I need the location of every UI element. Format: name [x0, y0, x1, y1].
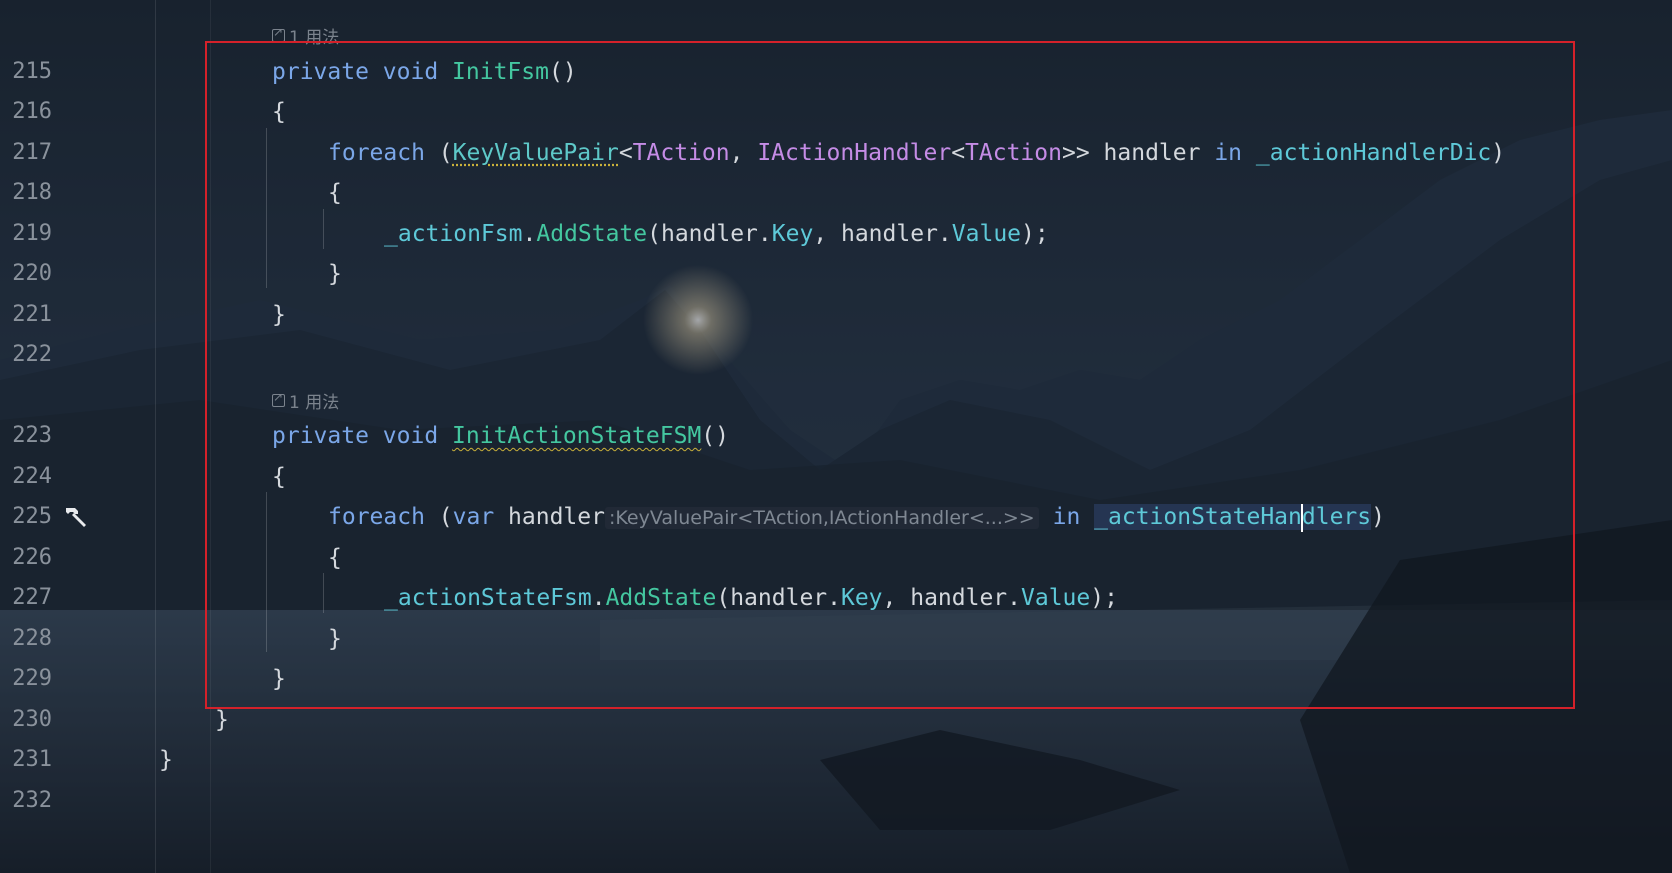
- line-number: 229: [12, 666, 52, 691]
- line-number: 230: [12, 707, 52, 732]
- keyword: foreach: [328, 140, 425, 166]
- keyword: var: [452, 504, 495, 530]
- field-name[interactable]: dlers: [1302, 504, 1371, 530]
- line-number: 225: [12, 504, 52, 529]
- hammer-icon[interactable]: [62, 503, 90, 531]
- code-line-219[interactable]: _actionFsm.AddState(handler.Key, handler…: [384, 219, 1049, 249]
- indent-guide: [323, 573, 324, 613]
- code-line-228[interactable]: }: [328, 624, 342, 654]
- keyword: private: [272, 423, 369, 449]
- field-name[interactable]: _actionHandlerDic: [1256, 140, 1491, 166]
- type-name[interactable]: TAction: [633, 140, 730, 166]
- code-line-221[interactable]: }: [272, 300, 286, 330]
- usage-hint-label: 1 用法: [289, 28, 340, 48]
- line-number: 228: [12, 626, 52, 651]
- code-line-217[interactable]: foreach (KeyValuePair<TAction, IActionHa…: [328, 138, 1505, 168]
- line-number: 219: [12, 221, 52, 246]
- usage-hint[interactable]: 1 用法: [272, 388, 339, 413]
- punct: );: [1090, 585, 1118, 611]
- line-number: 224: [12, 464, 52, 489]
- code-line-224[interactable]: {: [272, 462, 286, 492]
- variable: handler: [494, 504, 605, 530]
- keyword: void: [382, 59, 439, 85]
- punct: <: [951, 140, 966, 166]
- line-number: 223: [12, 423, 52, 448]
- type-name[interactable]: TAction: [965, 140, 1062, 166]
- type-inlay-hint[interactable]: :KeyValuePair<TAction,IActionHandler<...…: [604, 507, 1039, 529]
- line-number: 220: [12, 261, 52, 286]
- line-number: 221: [12, 302, 52, 327]
- code-line-216[interactable]: {: [272, 97, 286, 127]
- fold-separator: [210, 0, 211, 873]
- method-name[interactable]: AddState: [536, 221, 647, 247]
- property-name[interactable]: Key: [841, 585, 883, 611]
- indent-guide: [266, 492, 267, 652]
- property-name[interactable]: Key: [772, 221, 814, 247]
- field-name[interactable]: _actionFsm: [384, 221, 522, 247]
- punct: (handler.: [647, 221, 772, 247]
- method-name[interactable]: AddState: [606, 585, 717, 611]
- punct: ): [1491, 140, 1506, 166]
- line-number: 232: [12, 788, 52, 813]
- code-line-231[interactable]: }: [159, 745, 173, 775]
- keyword: void: [382, 423, 439, 449]
- code-line-225[interactable]: foreach (var handler:KeyValuePair<TActio…: [328, 502, 1385, 533]
- punct: ,: [729, 140, 758, 166]
- jump-icon: [272, 390, 285, 407]
- line-number: 222: [12, 342, 52, 367]
- method-name[interactable]: InitFsm: [452, 59, 549, 85]
- keyword: private: [272, 59, 369, 85]
- code-line-223[interactable]: private void InitActionStateFSM(): [272, 421, 729, 451]
- line-number: 227: [12, 585, 52, 610]
- punct: (: [424, 504, 453, 530]
- punct: , handler.: [882, 585, 1022, 611]
- type-name[interactable]: KeyValuePair: [453, 140, 619, 166]
- punct: <: [618, 140, 633, 166]
- indent-guide: [266, 128, 267, 288]
- property-name[interactable]: Value: [1021, 585, 1090, 611]
- indent-guide: [323, 209, 324, 249]
- punct: ): [1371, 504, 1385, 530]
- punct: , handler.: [813, 221, 952, 247]
- code-line-218[interactable]: {: [328, 178, 342, 208]
- usage-hint-label: 1 用法: [289, 393, 340, 413]
- usage-hint[interactable]: 1 用法: [272, 23, 339, 48]
- code-line-220[interactable]: }: [328, 259, 342, 289]
- type-name[interactable]: IActionHandler: [757, 140, 951, 166]
- line-number: 216: [12, 99, 52, 124]
- keyword: foreach: [328, 504, 425, 530]
- punct: (: [424, 140, 453, 166]
- line-number: 215: [12, 59, 52, 84]
- punct: (): [701, 423, 729, 449]
- line-number: 231: [12, 747, 52, 772]
- code-line-227[interactable]: _actionStateFsm.AddState(handler.Key, ha…: [384, 583, 1118, 613]
- line-number: 218: [12, 180, 52, 205]
- code-line-215[interactable]: private void InitFsm(): [272, 57, 577, 87]
- punct: >>: [1061, 140, 1090, 166]
- code-line-230[interactable]: }: [215, 705, 229, 735]
- field-name[interactable]: _actionStateFsm: [384, 585, 592, 611]
- code-line-226[interactable]: {: [328, 543, 342, 573]
- punct: (handler.: [716, 585, 841, 611]
- code-line-229[interactable]: }: [272, 664, 286, 694]
- method-name[interactable]: InitActionStateFSM: [452, 423, 701, 449]
- keyword: in: [1214, 140, 1243, 166]
- field-name[interactable]: _actionStateHan: [1094, 504, 1302, 530]
- jump-icon: [272, 25, 285, 42]
- punct: .: [591, 585, 606, 611]
- punct: );: [1021, 221, 1049, 247]
- line-number: 217: [12, 140, 52, 165]
- property-name[interactable]: Value: [952, 221, 1021, 247]
- keyword: in: [1052, 504, 1081, 530]
- code-editor[interactable]: 215 216 217 218 219 220 221 222 223 224 …: [0, 0, 1672, 873]
- gutter-separator: [155, 0, 156, 873]
- punct: (): [548, 59, 577, 85]
- variable: handler: [1089, 140, 1215, 166]
- line-number: 226: [12, 545, 52, 570]
- punct: .: [522, 221, 537, 247]
